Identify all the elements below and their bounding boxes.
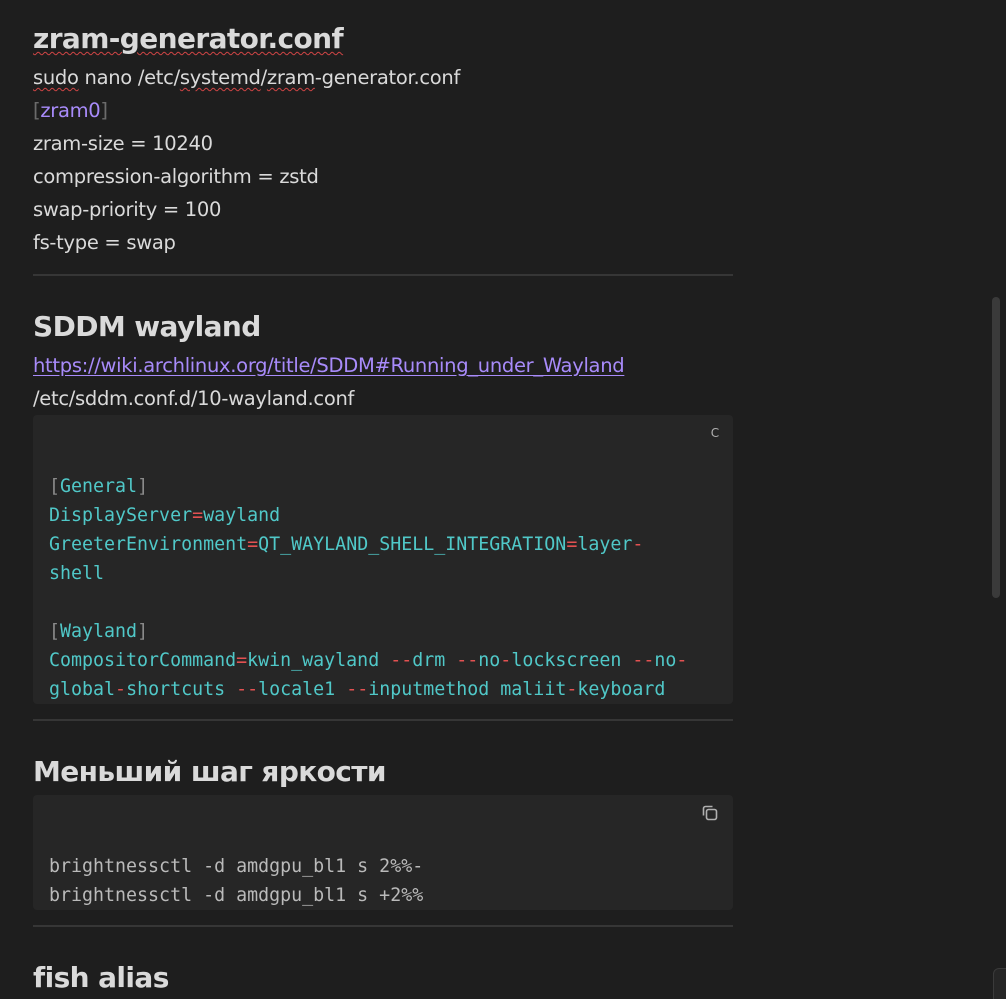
heading-zram-generator: zram-generator.conf (33, 22, 344, 55)
code-line: DisplayServer=wayland (49, 505, 281, 526)
sddm-wiki-link[interactable]: https://wiki.archlinux.org/title/SDDM#Ru… (33, 354, 625, 377)
zram-section-header: [zram0] (33, 99, 108, 122)
heading-brightness-step: Меньший шаг яркости (33, 755, 387, 788)
code-line: [General] (49, 476, 149, 497)
zram-config-line: fs-type = swap (33, 231, 176, 254)
section-name-zram0[interactable]: zram0 (40, 99, 100, 122)
brightness-code-block[interactable]: brightnessctl -d amdgpu_bl1 s 2%%- bright… (33, 795, 733, 910)
code-line: brightnessctl -d amdgpu_bl1 s +2%% (49, 885, 424, 906)
sddm-config-path: /etc/sddm.conf.d/10-wayland.conf (33, 387, 355, 410)
corner-button[interactable] (993, 968, 1006, 999)
zram-command-line: sudo nano /etc/systemd/zram-generator.co… (33, 66, 461, 89)
sddm-code-block[interactable]: C [General] DisplayServer=wayland GreeterE… (33, 415, 733, 704)
code-line: global-shortcuts --locale1 --inputmethod… (49, 679, 666, 700)
copy-icon (702, 805, 718, 821)
code-line: [Wayland] (49, 621, 149, 642)
divider (33, 719, 733, 721)
code-line: CompositorCommand=kwin_wayland --drm --n… (49, 650, 688, 671)
zram-config-line: compression-algorithm = zstd (33, 165, 319, 188)
word-sudo: sudo (33, 66, 79, 89)
code-line: shell (49, 563, 105, 584)
copy-icon[interactable] (699, 803, 721, 825)
sddm-code: [General] DisplayServer=wayland GreeterEnv… (49, 443, 687, 704)
brightness-code: brightnessctl -d amdgpu_bl1 s 2%%- bright… (49, 823, 423, 910)
vertical-scrollbar[interactable] (992, 297, 1000, 598)
divider (33, 274, 733, 276)
code-line: brightnessctl -d amdgpu_bl1 s 2%%- (49, 856, 424, 877)
code-line-empty (49, 588, 687, 617)
heading-fish-alias: fish alias (33, 961, 169, 994)
zram-config-line: swap-priority = 100 (33, 198, 222, 221)
copy-code-button[interactable]: C (704, 422, 726, 444)
sddm-wiki-link-line: https://wiki.archlinux.org/title/SDDM#Ru… (33, 354, 625, 378)
zram-config-line: zram-size = 10240 (33, 132, 213, 155)
heading-sddm-wayland: SDDM wayland (33, 310, 261, 343)
divider (33, 925, 733, 927)
code-line: GreeterEnvironment=QT_WAYLAND_SHELL_INTE… (49, 534, 644, 555)
